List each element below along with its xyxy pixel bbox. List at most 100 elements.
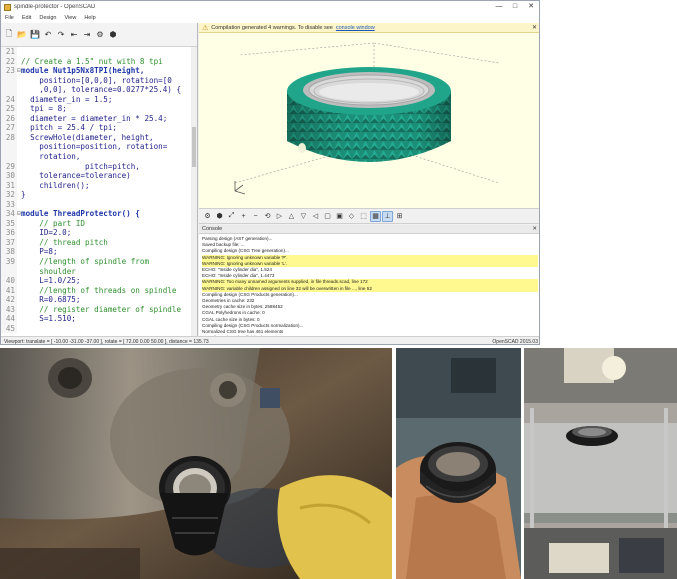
console-header: Console ✕ (199, 225, 539, 234)
view-diagonal-icon[interactable]: ◇ (346, 211, 357, 222)
code-text: S=1.510; (21, 314, 76, 324)
photo-hand-holding-nut (396, 348, 521, 579)
code-line: 33 (1, 199, 198, 210)
redo-icon[interactable]: ↷ (55, 29, 67, 41)
code-line: shoulder (1, 266, 198, 277)
rendered-model (234, 42, 500, 195)
line-number: 37 (1, 237, 17, 248)
code-text: tpi = 8; (21, 104, 67, 114)
code-line: 38 P=8; (1, 247, 198, 258)
code-text: //length of spindle from (21, 257, 150, 267)
perspective-icon[interactable]: ⬚ (358, 211, 369, 222)
show-axes-icon[interactable]: ⊥ (382, 210, 393, 222)
code-text: R=0.6875; (21, 295, 81, 305)
close-button[interactable]: ✕ (523, 1, 539, 13)
preview-icon[interactable]: ⚙ (94, 29, 106, 41)
console-window-link[interactable]: console window (336, 25, 375, 31)
code-line: 45 (1, 323, 198, 334)
zoom-all-icon[interactable]: ⤢ (226, 211, 237, 222)
code-line: position=[0,0,0], rotation=[0 (1, 75, 198, 86)
menu-bar: File Edit Design View Help (1, 13, 539, 23)
open-file-icon[interactable]: 📂 (16, 29, 28, 41)
indent-icon[interactable]: ⇥ (81, 29, 93, 41)
code-line: 41 //length of threads on spindle (1, 285, 198, 296)
console-title: Console (202, 226, 223, 232)
code-line: 40 L=1.0/25; (1, 276, 198, 286)
notice-close-icon[interactable]: ✕ (532, 24, 537, 31)
editor-scrollbar-thumb[interactable] (192, 127, 196, 167)
new-file-icon[interactable]: 🗋 (3, 29, 15, 41)
zoom-in-icon[interactable]: + (238, 211, 249, 222)
line-number: 44 (1, 314, 17, 324)
line-number (1, 85, 17, 95)
unindent-icon[interactable]: ⇤ (68, 29, 80, 41)
view-bottom-icon[interactable]: ▽ (298, 211, 309, 222)
line-number (1, 142, 17, 153)
show-edges-icon[interactable]: ⊞ (394, 211, 405, 222)
code-text: // thread pitch (21, 237, 108, 247)
code-text: L=1.0/25; (21, 276, 81, 286)
code-line: 34 ⊟ module ThreadProtector() { (1, 209, 198, 219)
window-title: spindle-protector - OpenSCAD (14, 4, 96, 10)
line-number (1, 75, 17, 86)
code-line: 25 tpi = 8; (1, 104, 198, 114)
menu-file[interactable]: File (1, 15, 18, 21)
save-icon[interactable]: 💾 (29, 29, 41, 41)
menu-edit[interactable]: Edit (18, 15, 35, 21)
line-number: 36 (1, 228, 17, 238)
undo-icon[interactable]: ↶ (42, 29, 54, 41)
code-editor[interactable]: 21 22 // Create a 1.5" nut with 8 tpi 23 ⊟ mo… (1, 47, 198, 336)
code-line: 22 // Create a 1.5" nut with 8 tpi (1, 56, 198, 67)
menu-view[interactable]: View (60, 15, 80, 21)
code-text: diameter = diameter_in * 25.4; (21, 113, 168, 123)
code-text: ID=2.0; (21, 228, 72, 238)
line-number: 39 (1, 257, 17, 267)
code-text: // register diameter of spindle (21, 304, 182, 314)
console-close-icon[interactable]: ✕ (532, 225, 537, 233)
zoom-out-icon[interactable]: − (250, 211, 261, 222)
code-text: P=8; (21, 247, 58, 257)
code-line: 42 R=0.6875; (1, 295, 198, 305)
view-front-icon[interactable]: ▢ (322, 211, 333, 222)
code-line: 35 // part ID (1, 218, 198, 229)
openscad-window: spindle-protector - OpenSCAD — □ ✕ File … (0, 0, 540, 345)
code-line: 31 children(); (1, 180, 198, 191)
render-view-icon[interactable]: ⬢ (214, 211, 225, 222)
line-number: 25 (1, 104, 17, 114)
code-text: rotation, (21, 152, 81, 162)
code-text: // part ID (21, 218, 86, 228)
editor-scrollbar[interactable] (191, 47, 197, 336)
view-back-icon[interactable]: ▣ (334, 211, 345, 222)
reset-view-icon[interactable]: ⟲ (262, 211, 273, 222)
orthogonal-icon[interactable]: ▦ (370, 210, 381, 222)
photo-nut-on-glass-shelf (524, 348, 677, 579)
openscad-app-icon (4, 3, 11, 11)
maximize-button[interactable]: □ (507, 1, 523, 13)
status-bar: Viewport: translate = [ -10.00 -31.00 -3… (1, 336, 539, 344)
line-number: 40 (1, 276, 17, 286)
console-panel: Console ✕ Parsing design (AST generation… (199, 225, 539, 344)
code-line: 29 pitch=pitch, (1, 161, 198, 172)
code-line: ,0,0], tolerance=0.0277*25.4) { (1, 85, 198, 95)
line-number: 45 (1, 323, 17, 334)
code-text: shoulder (21, 266, 76, 276)
line-number: 43 (1, 304, 17, 315)
line-number: 35 (1, 218, 17, 229)
menu-help[interactable]: Help (80, 15, 99, 21)
view-top-icon[interactable]: △ (286, 211, 297, 222)
line-number: 26 (1, 113, 17, 124)
preview-view-icon[interactable]: ⚙ (202, 211, 213, 222)
view-left-icon[interactable]: ◁ (310, 211, 321, 222)
3d-viewport[interactable]: ⚠ Compilation generated 4 warnings. To d… (199, 23, 539, 208)
code-text: position=[0,0,0], rotation=[0 (21, 75, 172, 85)
axis-indicator (234, 181, 246, 195)
render-icon[interactable]: ⬢ (107, 29, 119, 41)
nut-model (287, 67, 451, 162)
code-line: 44 S=1.510; (1, 314, 198, 324)
minimize-button[interactable]: — (491, 1, 507, 13)
menu-design[interactable]: Design (35, 15, 60, 21)
view-right-icon[interactable]: ▷ (274, 211, 285, 222)
code-text: pitch = 25.4 / tpi; (21, 123, 118, 133)
code-line: 24 diameter_in = 1.5; (1, 94, 198, 105)
line-number: 30 (1, 171, 17, 181)
